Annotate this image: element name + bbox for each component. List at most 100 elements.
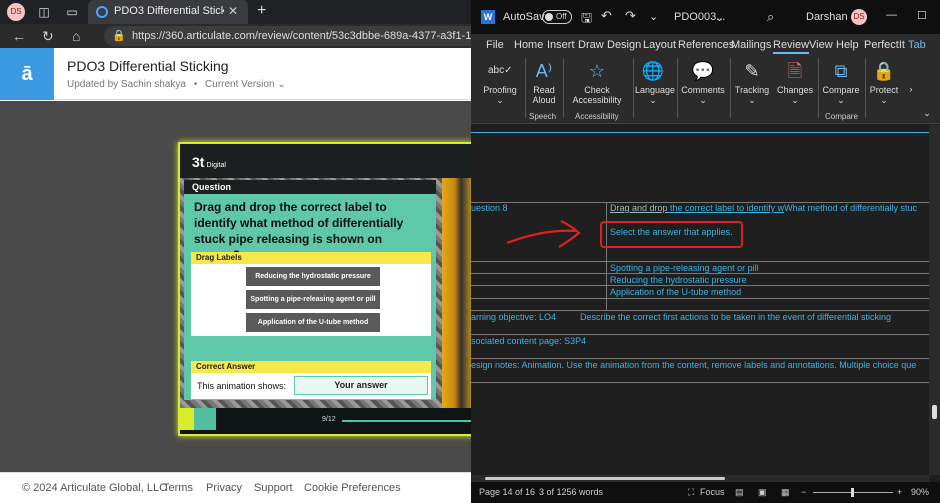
tab-help[interactable]: Help (836, 39, 859, 51)
learning-objective-text[interactable]: Describe the correct first actions to be… (580, 312, 891, 322)
articulate-logo[interactable]: ā (0, 48, 54, 100)
question-body-cell[interactable]: Drag and drop the correct label to ident… (610, 203, 917, 213)
comments-button[interactable]: 💬 Comments ⌄ (679, 60, 727, 105)
table-border (471, 273, 929, 274)
tab-view[interactable]: View (809, 39, 833, 51)
language-button[interactable]: 🌐 Language ⌄ (635, 60, 675, 105)
horizontal-scrollbar[interactable] (471, 475, 929, 482)
user-avatar[interactable]: DS (851, 9, 867, 25)
ribbon-scroll-right-icon[interactable]: › (906, 84, 916, 94)
read-aloud-label-2: Aloud (532, 95, 556, 105)
slide-frame[interactable]: 3t Digital Question Drag and drop the cor… (178, 142, 471, 436)
proofing-button[interactable]: abc✓ Proofing ⌄ (483, 60, 517, 105)
focus-button[interactable]: Focus (700, 487, 725, 497)
redo-icon[interactable]: ↷ (625, 8, 636, 24)
tab-design[interactable]: Design (607, 39, 641, 51)
tab-layout[interactable]: Layout (643, 39, 676, 51)
question-number-cell[interactable]: uestion 8 (471, 203, 508, 213)
zoom-in-icon[interactable]: + (897, 487, 902, 497)
changes-button[interactable]: 🗎 Changes ⌄ (775, 60, 815, 105)
accessibility-icon: ☆ (588, 61, 606, 81)
back-icon[interactable]: ← (12, 28, 26, 44)
tab-review[interactable]: Review (773, 39, 810, 54)
read-aloud-button[interactable]: A⁾ Read Aloud (527, 60, 561, 105)
collapse-ribbon-icon[interactable]: ⌄ (921, 108, 933, 118)
scroll-thumb[interactable] (932, 405, 937, 419)
footer-link-terms[interactable]: Terms (163, 482, 193, 494)
language-label: Language (635, 85, 676, 95)
footer-link-privacy[interactable]: Privacy (206, 482, 242, 494)
refresh-icon[interactable]: ↻ (42, 28, 54, 44)
undo-icon[interactable]: ↶ (601, 8, 612, 24)
zoom-slider-thumb[interactable] (851, 488, 854, 497)
copyright-text: © 2024 Articulate Global, LLC (22, 482, 168, 494)
player-menu-button[interactable] (194, 408, 216, 430)
version-dropdown[interactable]: Current Version (205, 79, 274, 90)
autosave-toggle[interactable]: Off (542, 10, 572, 24)
design-notes-text[interactable]: esign notes: Animation. Use the animatio… (471, 360, 916, 370)
print-layout-icon[interactable]: ▣ (758, 487, 767, 498)
zoom-level[interactable]: 90% (911, 487, 929, 497)
read-aloud-label-1: Read (533, 85, 555, 95)
compare-button[interactable]: ⧉ Compare ⌄ (820, 60, 862, 105)
tab-draw[interactable]: Draw (578, 39, 604, 51)
tab-insert[interactable]: Insert (547, 39, 575, 51)
zoom-slider[interactable] (813, 488, 893, 497)
maximize-icon[interactable]: ☐ (917, 9, 927, 22)
content-page-text[interactable]: sociated content page: S3P4 (471, 336, 586, 346)
protect-button[interactable]: 🔒 Protect ⌄ (867, 60, 901, 105)
page-count[interactable]: Page 14 of 16 (479, 487, 535, 497)
tracking-label: Tracking (734, 85, 770, 95)
new-tab-icon[interactable]: + (257, 2, 266, 20)
page-footer: © 2024 Articulate Global, LLC Terms Priv… (0, 472, 471, 503)
group-accessibility: Accessibility (575, 112, 619, 121)
tab-articulate-review[interactable]: PDO3 Differential Sticking | Revie ✕ (88, 0, 248, 24)
save-icon[interactable]: 🖫 (581, 9, 592, 31)
answer-option[interactable]: Spotting a pipe-releasing agent or pill (610, 263, 759, 273)
progress-bar[interactable] (342, 420, 471, 422)
minimize-icon[interactable]: — (886, 9, 897, 21)
browser-window: DS ◫ ▭ PDO3 Differential Sticking | Revi… (0, 0, 471, 503)
answer-option[interactable]: Application of the U-tube method (610, 287, 741, 297)
url-field[interactable]: 🔒 https://360.articulate.com/review/cont… (104, 26, 471, 46)
h-scroll-thumb[interactable] (485, 477, 725, 480)
tab-home[interactable]: Home (514, 39, 543, 51)
tab-file[interactable]: File (486, 39, 504, 51)
tab-perfectit[interactable]: PerfectIt (864, 39, 905, 51)
answer-option[interactable]: Reducing the hydrostatic pressure (610, 275, 747, 285)
check-accessibility-button[interactable]: ☆ Check Accessibility (565, 60, 629, 105)
tracking-button[interactable]: ✎ Tracking ⌄ (732, 60, 772, 105)
customize-qat-icon[interactable]: ⌄ (649, 10, 658, 23)
document-canvas[interactable]: uestion 8 Drag and drop the correct labe… (471, 125, 929, 475)
profile-avatar[interactable]: DS (7, 3, 25, 21)
footer-link-cookies[interactable]: Cookie Preferences (304, 482, 401, 494)
learning-objective-label[interactable]: arning objective: LO4 (471, 312, 556, 322)
tab-references[interactable]: References (678, 39, 734, 51)
zoom-out-icon[interactable]: − (801, 487, 806, 497)
prev-slide-button[interactable] (180, 408, 194, 430)
answer-drop-target[interactable]: Your answer (294, 376, 428, 395)
footer-link-support[interactable]: Support (254, 482, 293, 494)
web-layout-icon[interactable]: ▦ (781, 487, 790, 498)
comments-label: Comments (681, 85, 725, 95)
home-icon[interactable]: ⌂ (72, 28, 80, 44)
tab-actions-icon[interactable]: ▭ (64, 4, 80, 20)
chevron-down-icon[interactable]: ⌄ (277, 79, 285, 90)
read-mode-icon[interactable]: ▤ (735, 487, 744, 498)
close-tab-icon[interactable]: ✕ (228, 4, 238, 18)
tab-mailings[interactable]: Mailings (731, 39, 771, 51)
focus-icon[interactable]: ⛶ (688, 487, 694, 498)
articulate-favicon-icon (96, 6, 108, 18)
tab-more[interactable]: Tab (908, 39, 926, 51)
tab-title: PDO3 Differential Sticking | Revie (114, 5, 224, 17)
tab-bar: DS ◫ ▭ PDO3 Differential Sticking | Revi… (0, 0, 471, 24)
ribbon-separator (730, 58, 731, 118)
word-count[interactable]: 3 of 1256 words (539, 487, 603, 497)
drag-label[interactable]: Spotting a pipe-releasing agent or pill (246, 290, 380, 309)
title-dropdown-icon[interactable]: ⌄ (715, 11, 724, 24)
drag-label[interactable]: Reducing the hydrostatic pressure (246, 267, 380, 286)
workspaces-icon[interactable]: ◫ (36, 4, 52, 20)
vertical-scrollbar[interactable] (929, 125, 940, 475)
drag-label[interactable]: Application of the U-tube method (246, 313, 380, 332)
search-icon[interactable]: ⌕ (767, 9, 774, 25)
